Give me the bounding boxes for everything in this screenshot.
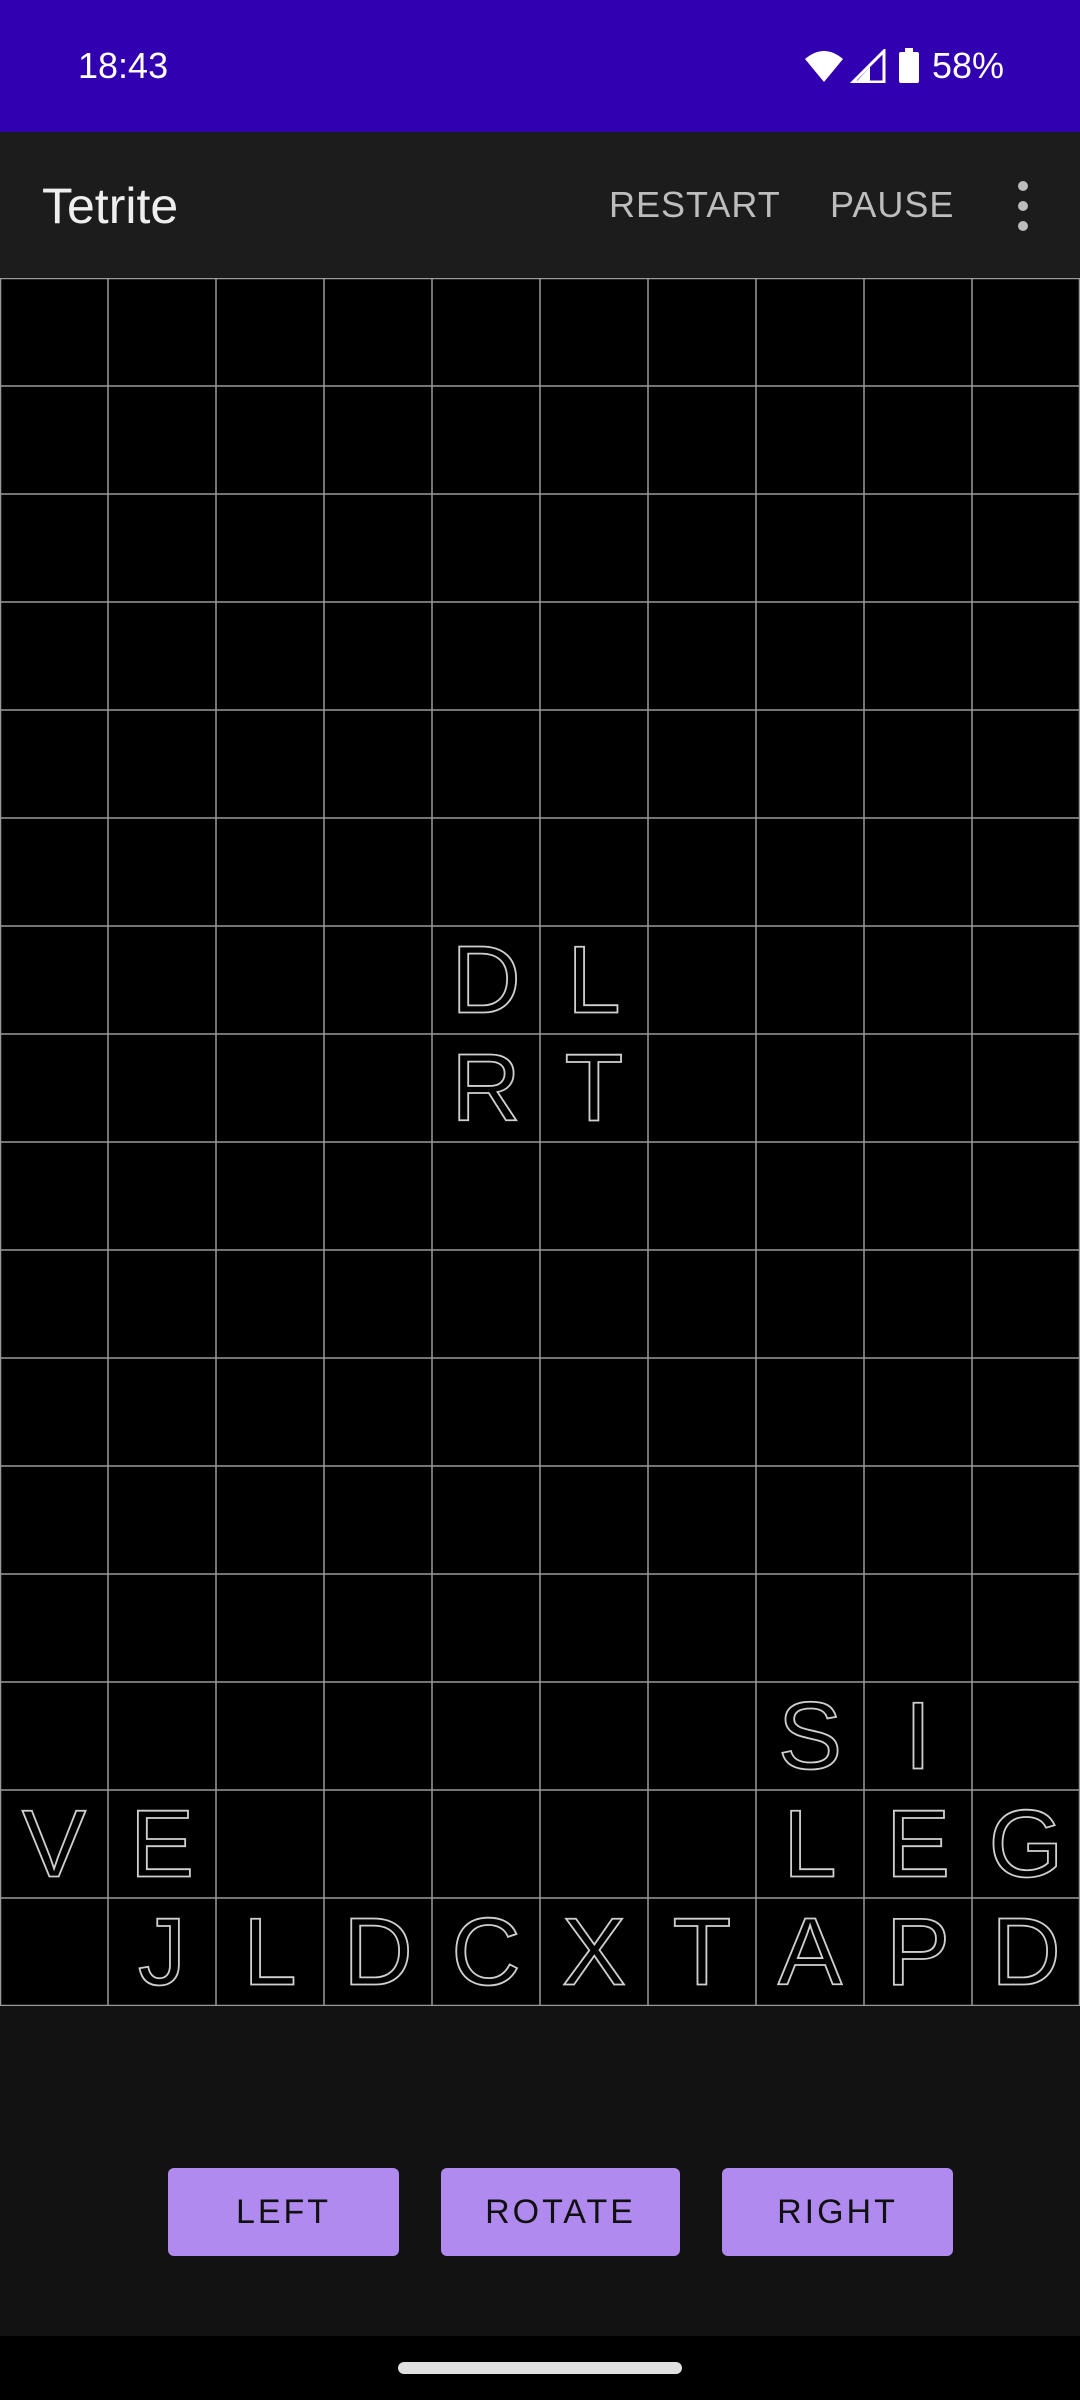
board-cell-letter: S xyxy=(778,1683,842,1790)
cellular-signal-icon xyxy=(849,49,886,83)
rotate-button[interactable]: ROTATE xyxy=(441,2168,680,2256)
more-vert-icon[interactable] xyxy=(1006,176,1040,236)
battery-icon xyxy=(898,48,919,83)
right-button[interactable]: RIGHT xyxy=(722,2168,953,2256)
board-cell-letter: T xyxy=(565,1035,624,1142)
board-cell-letter: D xyxy=(991,1899,1060,2006)
board-cell-letter: D xyxy=(343,1899,412,2006)
status-time: 18:43 xyxy=(78,45,169,86)
navigation-bar xyxy=(0,2336,1080,2400)
board-cell-letter: L xyxy=(783,1791,836,1898)
board-cell-letter: E xyxy=(886,1791,950,1898)
board-cell-letter: G xyxy=(989,1791,1064,1898)
wifi-icon xyxy=(804,51,843,82)
board-cell-letter: I xyxy=(905,1683,932,1790)
board-cell-letter: X xyxy=(562,1899,626,2006)
app-title: Tetrite xyxy=(42,178,179,234)
board-cell-letter: J xyxy=(138,1899,186,2006)
app-bar: Tetrite RESTART PAUSE xyxy=(0,132,1080,278)
restart-button[interactable]: RESTART xyxy=(609,182,781,228)
status-icons: 58% xyxy=(804,42,1004,90)
board-grid: D LR TS IV E L E GJ L D C X T A P D xyxy=(0,278,1080,2006)
pause-button[interactable]: PAUSE xyxy=(830,182,954,228)
board-cell-letter: E xyxy=(130,1791,194,1898)
board-cell-letter: D xyxy=(451,927,520,1034)
controls-panel: LEFT ROTATE RIGHT xyxy=(0,2006,1080,2336)
board-cell-letter: V xyxy=(22,1791,86,1898)
board-cell-letter: A xyxy=(778,1899,842,2006)
board-cell-letter: R xyxy=(451,1035,520,1142)
board-cell-letter: L xyxy=(243,1899,296,2006)
board-cell-letter: T xyxy=(673,1899,732,2006)
home-gesture-handle[interactable] xyxy=(398,2362,682,2374)
game-board[interactable]: DLRTSIVELEGJLDCXTAPD xyxy=(0,278,1080,2006)
board-cell-letter: L xyxy=(567,927,620,1034)
left-button[interactable]: LEFT xyxy=(168,2168,399,2256)
battery-percent: 58% xyxy=(931,45,1004,86)
status-bar: 18:43 58% xyxy=(0,0,1080,132)
board-cell-letter: C xyxy=(451,1899,520,2006)
board-cell-letter: P xyxy=(886,1899,950,2006)
